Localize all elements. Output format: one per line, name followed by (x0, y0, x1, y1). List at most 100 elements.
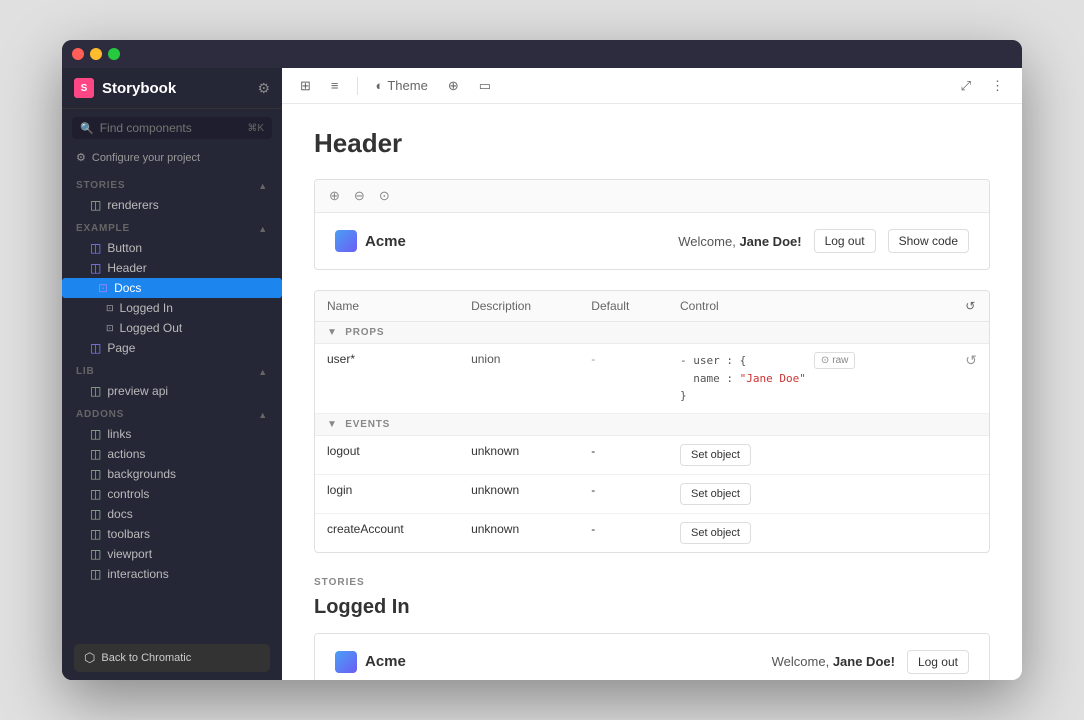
page-title: Header (314, 128, 990, 159)
zoom-out-button[interactable]: ⊖ (350, 186, 369, 206)
component-icon: ◫ (90, 241, 101, 255)
search-bar[interactable]: 🔍 ⌘K (72, 117, 272, 139)
sidebar-section-lib: LIB ▲ (62, 358, 282, 381)
sidebar-item-links[interactable]: ◫ links (62, 424, 282, 444)
events-chevron-icon[interactable]: ▼ (327, 419, 338, 430)
reset-icon[interactable]: ↺ (965, 352, 977, 368)
grid-view-button[interactable]: ⊞ (294, 75, 317, 97)
col-reset: ↺ (953, 291, 989, 322)
globe-icon: ⊕ (448, 78, 459, 94)
col-description: Description (459, 291, 579, 322)
sidebar-item-renderers[interactable]: ◫ renderers (62, 195, 282, 215)
sidebar-item-interactions[interactable]: ◫ interactions (62, 564, 282, 584)
props-table: Name Description Default Control ↺ (315, 291, 989, 552)
welcome-text: Welcome, Jane Doe! (678, 234, 801, 249)
theme-button[interactable]: ◐ Theme (370, 75, 434, 96)
collapse-addons-icon[interactable]: ▲ (258, 410, 268, 420)
folder-icon: ◫ (90, 527, 101, 541)
docs-icon: ⊡ (98, 281, 108, 295)
search-input[interactable] (100, 121, 242, 135)
toolbar: ⊞ ≡ ◐ Theme ⊕ ▭ ⤢ (282, 68, 1022, 104)
props-table-section: Name Description Default Control ↺ (314, 290, 990, 553)
minimize-button[interactable] (90, 48, 102, 60)
prop-name-cell: user* (315, 344, 459, 414)
sidebar-item-logged-in[interactable]: ⊡ Logged In (62, 298, 282, 318)
back-to-chromatic-button[interactable]: ⬡ Back to Chromatic (74, 644, 270, 672)
folder-icon: ◫ (90, 567, 101, 581)
show-code-button[interactable]: Show code (888, 229, 969, 253)
prop-default-cell: - (579, 474, 668, 513)
sidebar-item-viewport[interactable]: ◫ viewport (62, 544, 282, 564)
collapse-lib-icon[interactable]: ▲ (258, 367, 268, 377)
sidebar-item-header[interactable]: ◫ Header (62, 258, 282, 278)
settings-icon[interactable]: ⚙ (257, 80, 270, 97)
prop-control-cell: Set object (668, 435, 953, 474)
sidebar-item-docs[interactable]: ⊡ Docs (62, 278, 282, 298)
folder-icon: ◫ (90, 384, 101, 398)
storybook-logo-icon: S (74, 78, 94, 98)
props-chevron-icon[interactable]: ▼ (327, 327, 338, 338)
sidebar-item-actions[interactable]: ◫ actions (62, 444, 282, 464)
sidebar-item-preview-api[interactable]: ◫ preview api (62, 381, 282, 401)
folder-icon: ◫ (90, 547, 101, 561)
reset-cell: ↺ (953, 344, 989, 414)
folder-icon: ◫ (90, 198, 101, 212)
prop-description-cell: unknown (459, 513, 579, 552)
reset-cell (953, 474, 989, 513)
set-object-button-create[interactable]: Set object (680, 522, 751, 544)
sidebar-item-page[interactable]: ◫ Page (62, 338, 282, 358)
table-header-row: Name Description Default Control ↺ (315, 291, 989, 322)
preview-nav: Welcome, Jane Doe! Log out Show code (678, 229, 969, 253)
prop-default-cell: - (579, 344, 668, 414)
sidebar-section-addons: ADDONS ▲ (62, 401, 282, 424)
table-row: login unknown - Set object (315, 474, 989, 513)
story-title: Logged In (314, 596, 990, 619)
search-icon: 🔍 (80, 122, 94, 135)
more-options-button[interactable]: ⋮ (985, 75, 1010, 97)
prop-name-cell: createAccount (315, 513, 459, 552)
zoom-reset-button[interactable]: ⊙ (375, 186, 394, 206)
table-row: user* union - (315, 344, 989, 414)
expand-icon: ⤢ (961, 78, 971, 94)
reset-all-icon[interactable]: ↺ (965, 299, 975, 313)
sidebar-item-button[interactable]: ◫ Button (62, 238, 282, 258)
tablet-button[interactable]: ▭ (473, 75, 497, 97)
zoom-in-button[interactable]: ⊕ (325, 186, 344, 206)
close-button[interactable] (72, 48, 84, 60)
acme-logo-stories: Acme (335, 651, 406, 673)
sidebar-item-toolbars[interactable]: ◫ toolbars (62, 524, 282, 544)
preview-toolbar: ⊕ ⊖ ⊙ (315, 180, 989, 213)
collapse-example-icon[interactable]: ▲ (258, 224, 268, 234)
globe-button[interactable]: ⊕ (442, 75, 465, 97)
expand-button[interactable]: ⤢ (955, 75, 977, 97)
set-object-button-login[interactable]: Set object (680, 483, 751, 505)
events-section-header: ▼ EVENTS (315, 413, 989, 435)
welcome-text-stories: Welcome, Jane Doe! (772, 654, 895, 669)
preview-content: Acme Welcome, Jane Doe! Log out Show cod… (315, 213, 989, 269)
sidebar-item-controls[interactable]: ◫ controls (62, 484, 282, 504)
maximize-button[interactable] (108, 48, 120, 60)
collapse-stories-icon[interactable]: ▲ (258, 181, 268, 191)
list-view-button[interactable]: ≡ (325, 75, 345, 96)
sidebar-title: Storybook (102, 80, 176, 97)
set-object-button-logout[interactable]: Set object (680, 444, 751, 466)
sidebar-item-backgrounds[interactable]: ◫ backgrounds (62, 464, 282, 484)
more-icon: ⋮ (991, 78, 1004, 94)
raw-button[interactable]: ⊙ raw (814, 352, 856, 369)
list-icon: ≡ (331, 78, 339, 93)
logout-button[interactable]: Log out (814, 229, 876, 253)
story-icon: ⊡ (106, 303, 114, 314)
sidebar-item-logged-out[interactable]: ⊡ Logged Out (62, 318, 282, 338)
component-icon: ◫ (90, 261, 101, 275)
sidebar-item-docs-addon[interactable]: ◫ docs (62, 504, 282, 524)
sidebar-section-example: EXAMPLE ▲ (62, 215, 282, 238)
component-icon: ◫ (90, 341, 101, 355)
stories-logout-button[interactable]: Log out (907, 650, 969, 674)
configure-project-link[interactable]: ⚙ Configure your project (62, 147, 282, 172)
tablet-icon: ▭ (479, 78, 491, 94)
content-scroll: Header ⊕ ⊖ ⊙ (282, 104, 1022, 680)
grid-icon: ⊞ (300, 78, 311, 94)
zoom-out-icon: ⊖ (354, 188, 365, 203)
prop-default-cell: - (579, 513, 668, 552)
code-value: - user : { name : "Jane Doe" } (680, 352, 806, 405)
